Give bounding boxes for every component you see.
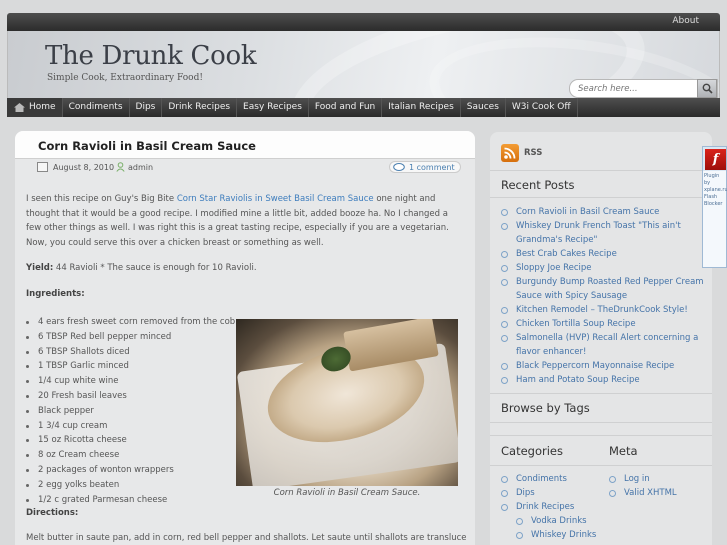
list-item: 1/2 c grated Parmesan cheese bbox=[26, 493, 236, 508]
search-input[interactable] bbox=[578, 83, 698, 94]
recent-post-link[interactable]: Ham and Potato Soup Recipe bbox=[501, 373, 706, 387]
subcategory-link[interactable]: Vodka Drinks bbox=[501, 514, 611, 528]
site-tagline: Simple Cook, Extraordinary Food! bbox=[47, 73, 203, 83]
site-title[interactable]: The Drunk Cook bbox=[45, 41, 257, 71]
list-item: 1/4 cup white wine bbox=[26, 374, 236, 389]
login-link[interactable]: Log in bbox=[609, 472, 709, 486]
recent-post-link[interactable]: Best Crab Cakes Recipe bbox=[501, 247, 706, 261]
recent-post-link[interactable]: Chicken Tortilla Soup Recipe bbox=[501, 317, 706, 331]
valid-xhtml-link[interactable]: Valid XHTML bbox=[609, 486, 709, 500]
search-icon bbox=[702, 83, 713, 94]
nav-item-italian-recipes[interactable]: Italian Recipes bbox=[382, 98, 461, 117]
recent-post-link[interactable]: Whiskey Drunk French Toast "This ain't G… bbox=[501, 219, 706, 247]
rss-label: RSS bbox=[524, 148, 543, 158]
post-date: August 8, 2010 bbox=[53, 163, 115, 172]
list-item: 1 TBSP Garlic minced bbox=[26, 359, 236, 374]
nav-item-dips[interactable]: Dips bbox=[130, 98, 163, 117]
divider bbox=[490, 422, 712, 423]
rss-icon bbox=[501, 144, 519, 162]
ingredients-label: Ingredients: bbox=[26, 288, 85, 299]
calendar-icon bbox=[37, 162, 48, 172]
divider bbox=[490, 465, 712, 466]
recent-posts-heading: Recent Posts bbox=[501, 178, 575, 192]
list-item: 15 oz Ricotta cheese bbox=[26, 433, 236, 448]
recent-posts-list: Corn Ravioli in Basil Cream Sauce Whiske… bbox=[501, 205, 706, 387]
recent-post-link[interactable]: Black Peppercorn Mayonnaise Recipe bbox=[501, 359, 706, 373]
category-link[interactable]: Condiments bbox=[501, 472, 611, 486]
meta-heading: Meta bbox=[609, 444, 638, 458]
divider bbox=[490, 170, 712, 171]
list-item: 6 TBSP Shallots diced bbox=[26, 345, 236, 360]
nav-item-sauces[interactable]: Sauces bbox=[461, 98, 506, 117]
site-header: The Drunk Cook Simple Cook, Extraordinar… bbox=[7, 31, 720, 98]
divider bbox=[490, 435, 712, 436]
flash-logo-icon: f bbox=[705, 149, 726, 170]
list-item: 2 egg yolks beaten bbox=[26, 478, 236, 493]
category-link[interactable]: Dips bbox=[501, 486, 611, 500]
yield-text: 44 Ravioli * The sauce is enough for 10 … bbox=[53, 263, 257, 273]
nav-item-w3i-cook-off[interactable]: W3i Cook Off bbox=[506, 98, 578, 117]
divider bbox=[490, 197, 712, 198]
post-title-box: Corn Ravioli in Basil Cream Sauce bbox=[15, 131, 475, 159]
photo-caption: Corn Ravioli in Basil Cream Sauce. bbox=[273, 488, 421, 498]
meta-list: Log in Valid XHTML bbox=[609, 472, 709, 500]
list-item: 1 3/4 cup cream bbox=[26, 419, 236, 434]
nav-label: Home bbox=[29, 102, 56, 112]
recent-post-link[interactable]: Salmonella (HVP) Recall Alert concerning… bbox=[501, 331, 706, 359]
nav-item-condiments[interactable]: Condiments bbox=[63, 98, 130, 117]
list-item: 2 packages of wonton wrappers bbox=[26, 463, 236, 478]
main-nav: Home Condiments Dips Drink Recipes Easy … bbox=[7, 98, 720, 117]
subcategory-link[interactable]: Whiskey Drinks bbox=[501, 528, 611, 542]
list-item: 6 TBSP Red bell pepper minced bbox=[26, 330, 236, 345]
sidebar: RSS Recent Posts Corn Ravioli in Basil C… bbox=[490, 132, 712, 545]
home-icon bbox=[14, 103, 25, 112]
post-intro: I seen this recipe on Guy's Big Bite Cor… bbox=[26, 192, 464, 250]
categories-list: Condiments Dips Drink Recipes Vodka Drin… bbox=[501, 472, 611, 542]
nav-item-drink-recipes[interactable]: Drink Recipes bbox=[162, 98, 238, 117]
nav-item-food-and-fun[interactable]: Food and Fun bbox=[309, 98, 383, 117]
divider bbox=[490, 393, 712, 394]
nav-item-easy-recipes[interactable]: Easy Recipes bbox=[237, 98, 309, 117]
recent-post-link[interactable]: Kitchen Remodel – TheDrunkCook Style! bbox=[501, 303, 706, 317]
list-item: 8 oz Cream cheese bbox=[26, 448, 236, 463]
post-title[interactable]: Corn Ravioli in Basil Cream Sauce bbox=[38, 139, 256, 153]
search-box bbox=[569, 79, 718, 98]
flash-text: Plugin by xplane.ru Flash Blocker bbox=[704, 173, 727, 207]
ingredients-list: 4 ears fresh sweet corn removed from the… bbox=[26, 315, 236, 507]
comments-link[interactable]: 1 comment bbox=[389, 161, 461, 173]
nav-item-home[interactable]: Home bbox=[7, 98, 63, 117]
search-button[interactable] bbox=[697, 79, 717, 98]
yield-label: Yield: bbox=[26, 263, 54, 273]
post-meta: August 8, 2010 admin 1 comment bbox=[37, 161, 461, 174]
list-item: Black pepper bbox=[26, 404, 236, 419]
post-author[interactable]: admin bbox=[128, 163, 153, 172]
intro-text-start: I seen this recipe on Guy's Big Bite bbox=[26, 194, 177, 204]
recipe-photo[interactable] bbox=[236, 319, 458, 486]
post-content: Corn Ravioli in Basil Cream Sauce August… bbox=[15, 131, 475, 545]
top-bar: About bbox=[7, 13, 720, 31]
categories-heading: Categories bbox=[501, 444, 563, 458]
source-recipe-link[interactable]: Corn Star Raviolis in Sweet Basil Cream … bbox=[177, 194, 374, 204]
list-item: 20 Fresh basil leaves bbox=[26, 389, 236, 404]
user-icon bbox=[116, 162, 125, 172]
yield-line: Yield: 44 Ravioli * The sauce is enough … bbox=[26, 261, 464, 276]
comment-bubble-icon bbox=[393, 163, 405, 171]
recent-post-link[interactable]: Corn Ravioli in Basil Cream Sauce bbox=[501, 205, 706, 219]
rss-link[interactable]: RSS bbox=[501, 144, 542, 162]
post-body: I seen this recipe on Guy's Big Bite Cor… bbox=[26, 192, 464, 312]
category-link[interactable]: Drink Recipes bbox=[501, 500, 611, 514]
recent-post-link[interactable]: Burgundy Bump Roasted Red Pepper Cream S… bbox=[501, 275, 706, 303]
flash-plugin-badge[interactable]: f Plugin by xplane.ru Flash Blocker bbox=[702, 146, 727, 268]
about-link[interactable]: About bbox=[672, 16, 699, 26]
list-item: 4 ears fresh sweet corn removed from the… bbox=[26, 315, 236, 330]
comments-count: 1 comment bbox=[409, 163, 455, 172]
directions-label: Directions: bbox=[26, 508, 79, 518]
recent-post-link[interactable]: Sloppy Joe Recipe bbox=[501, 261, 706, 275]
directions-text: Melt butter in saute pan, add in corn, r… bbox=[26, 533, 466, 543]
browse-by-tags-heading: Browse by Tags bbox=[501, 401, 590, 415]
